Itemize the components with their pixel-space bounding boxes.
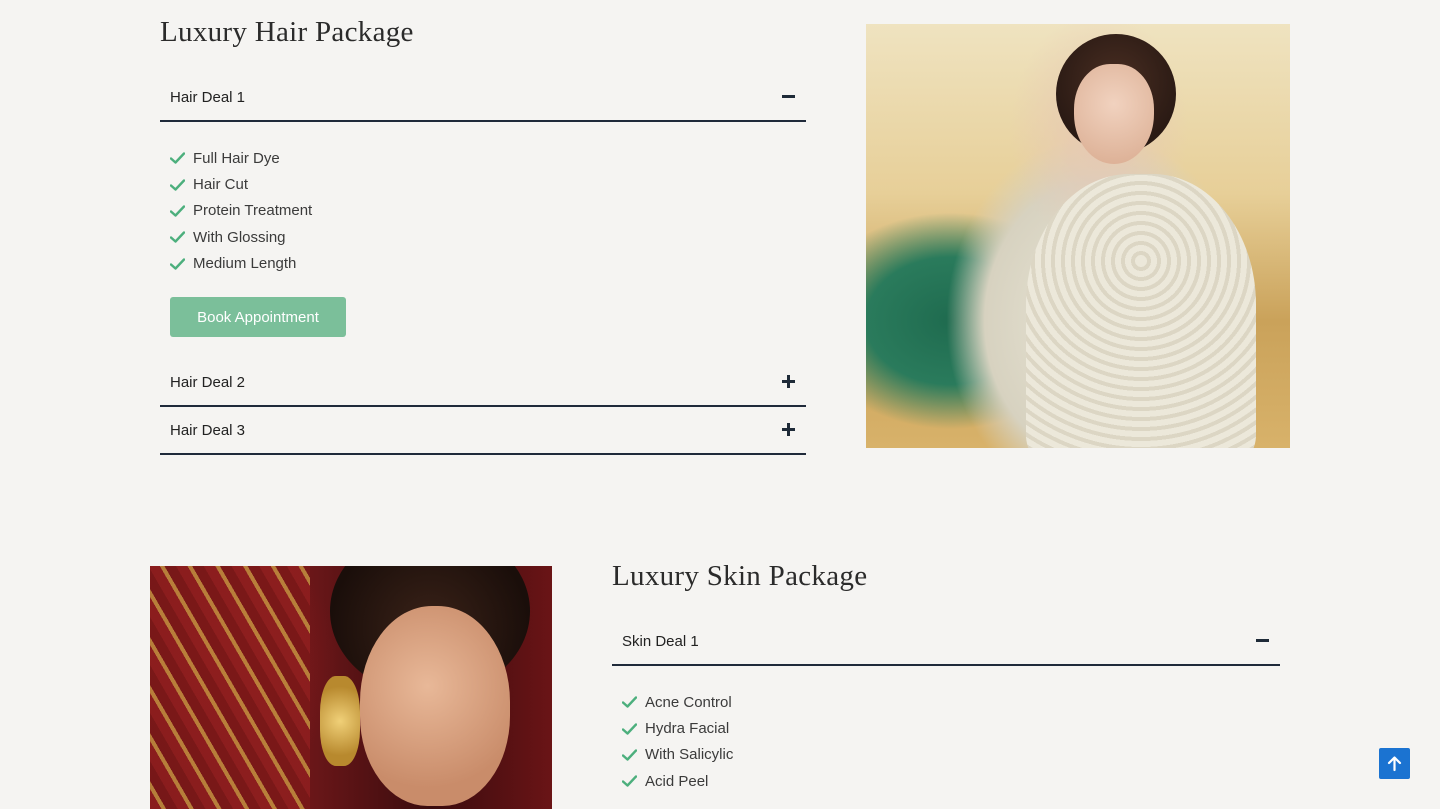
- list-item: Acid Peel: [622, 768, 733, 794]
- feature-label: Hair Cut: [193, 176, 249, 194]
- feature-label: Full Hair Dye: [193, 149, 280, 167]
- check-icon: [170, 152, 185, 164]
- list-item: Acne Control: [622, 689, 733, 715]
- bride-portrait-photo: [150, 566, 552, 809]
- list-item: Full Hair Dye: [170, 145, 312, 171]
- check-icon: [622, 722, 637, 735]
- feature-label: Hydra Facial: [645, 720, 730, 738]
- feature-label: With Glossing: [193, 228, 286, 246]
- arrow-up-icon: [1387, 756, 1402, 772]
- skin-package-title: Luxury Skin Package: [612, 560, 868, 592]
- check-icon: [170, 205, 185, 217]
- list-item: Hydra Facial: [622, 715, 733, 741]
- accordion-title: Hair Deal 1: [170, 88, 246, 106]
- accordion-skin-deal-1[interactable]: Skin Deal 1: [612, 618, 1280, 666]
- feature-label: With Salicylic: [645, 746, 734, 764]
- feature-label: Medium Length: [193, 255, 297, 273]
- feature-label: Acid Peel: [645, 772, 709, 790]
- list-item: With Glossing: [170, 224, 312, 250]
- list-item: Medium Length: [170, 251, 312, 277]
- accordion-hair-deal-3[interactable]: Hair Deal 3: [160, 407, 806, 455]
- list-item: Protein Treatment: [170, 198, 312, 224]
- check-icon: [622, 696, 637, 708]
- plus-icon[interactable]: [782, 375, 796, 389]
- accordion-hair-deal-1[interactable]: Hair Deal 1: [160, 74, 806, 122]
- accordion-title: Hair Deal 3: [170, 421, 246, 439]
- minus-icon[interactable]: [1256, 634, 1270, 648]
- check-icon: [170, 231, 185, 244]
- accordion-title: Skin Deal 1: [622, 632, 699, 650]
- feature-label: Protein Treatment: [193, 202, 313, 220]
- check-icon: [622, 775, 637, 788]
- list-item: Hair Cut: [170, 171, 312, 197]
- check-icon: [170, 258, 185, 270]
- accordion-title: Hair Deal 2: [170, 373, 246, 391]
- check-icon: [170, 178, 185, 191]
- accordion-hair-deal-2[interactable]: Hair Deal 2: [160, 359, 806, 407]
- hair-deal-1-features: Full Hair Dye Hair Cut Protein Treatment…: [170, 145, 312, 277]
- bride-photo: [866, 24, 1290, 448]
- list-item: With Salicylic: [622, 742, 733, 768]
- skin-deal-1-features: Acne Control Hydra Facial With Salicylic…: [622, 689, 733, 795]
- plus-icon[interactable]: [782, 423, 796, 437]
- book-appointment-button[interactable]: Book Appointment: [170, 297, 346, 337]
- check-icon: [622, 749, 637, 761]
- feature-label: Acne Control: [645, 693, 732, 711]
- scroll-to-top-button[interactable]: [1379, 748, 1410, 779]
- minus-icon[interactable]: [782, 90, 796, 104]
- hair-package-title: Luxury Hair Package: [160, 16, 414, 48]
